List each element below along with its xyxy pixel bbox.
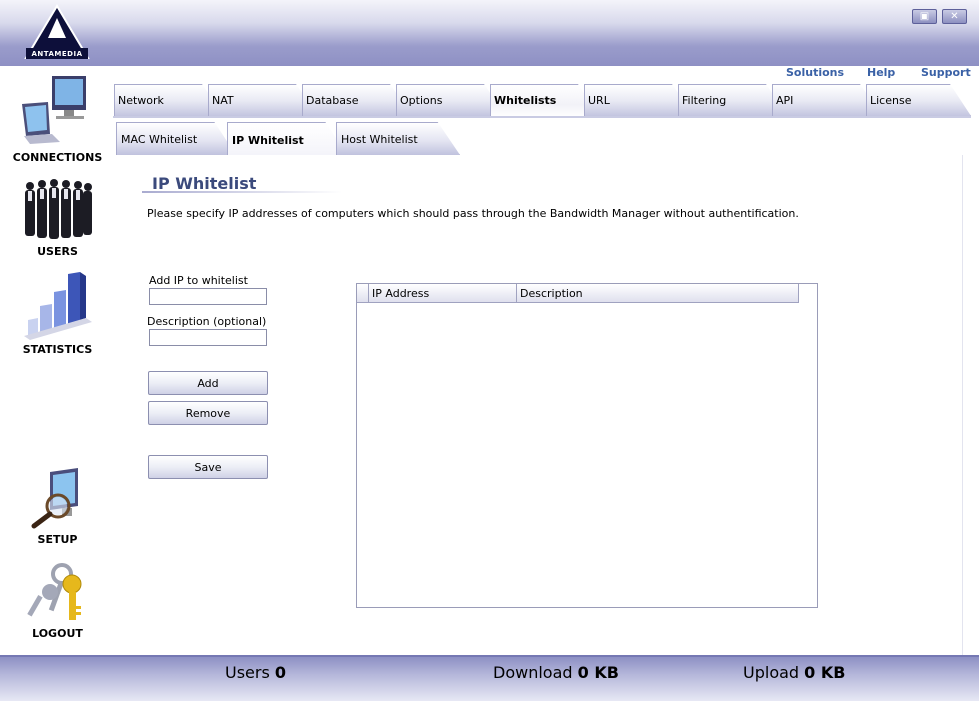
logo-text: ANTAMEDIA — [31, 50, 83, 58]
antamedia-logo: ANTAMEDIA — [22, 4, 92, 60]
ip-input[interactable] — [149, 288, 267, 305]
tab-license[interactable]: License — [866, 84, 971, 116]
tab-url[interactable]: URL — [584, 84, 694, 116]
table-header: IP Address Description — [357, 284, 799, 303]
subtab-mac-whitelist[interactable]: MAC Whitelist — [116, 122, 236, 155]
subtab-mac-label: MAC Whitelist — [121, 133, 198, 146]
setup-icon — [31, 468, 78, 529]
column-description[interactable]: Description — [517, 284, 799, 303]
tab-nat-label: NAT — [212, 94, 234, 107]
tab-network-label: Network — [118, 94, 164, 107]
nav-users[interactable]: USERS — [10, 178, 105, 258]
support-link[interactable]: Support — [921, 66, 971, 79]
download-stat-label: Download — [493, 663, 573, 682]
title-bar: ANTAMEDIA ▣ ✕ — [0, 0, 979, 66]
nav-connections[interactable]: CONNECTIONS — [10, 74, 105, 164]
tab-database[interactable]: Database — [302, 84, 412, 116]
download-stat-value: 0 KB — [577, 663, 619, 682]
download-stat: Download 0 KB — [493, 663, 619, 682]
upload-stat-value: 0 KB — [804, 663, 846, 682]
close-button[interactable]: ✕ — [942, 9, 967, 24]
tab-api[interactable]: API — [772, 84, 882, 116]
subtab-host-whitelist[interactable]: Host Whitelist — [336, 122, 460, 155]
whitelist-table[interactable]: IP Address Description — [356, 283, 818, 608]
tab-filtering[interactable]: Filtering — [678, 84, 788, 116]
tab-license-label: License — [870, 94, 912, 107]
users-stat-label: Users — [225, 663, 270, 682]
nav-users-label: USERS — [37, 245, 78, 258]
statistics-icon — [24, 272, 92, 340]
help-link[interactable]: Help — [867, 66, 895, 79]
tab-api-label: API — [776, 94, 794, 107]
nav-statistics[interactable]: STATISTICS — [10, 270, 105, 356]
upload-stat-label: Upload — [743, 663, 800, 682]
status-bar: Users 0 Download 0 KB Upload 0 KB — [0, 655, 979, 701]
column-ip-address[interactable]: IP Address — [369, 284, 517, 303]
computer-icon — [22, 76, 86, 144]
nav-setup-label: SETUP — [37, 533, 78, 546]
upload-stat: Upload 0 KB — [743, 663, 845, 682]
save-button[interactable]: Save — [148, 455, 268, 479]
ip-field-label: Add IP to whitelist — [149, 274, 248, 287]
subtab-ip-label: IP Whitelist — [232, 134, 304, 147]
subtab-ip-whitelist[interactable]: IP Whitelist — [227, 122, 347, 155]
tab-nat[interactable]: NAT — [208, 84, 318, 116]
keys-icon — [27, 563, 82, 620]
restore-icon: ▣ — [919, 11, 930, 22]
tab-database-label: Database — [306, 94, 359, 107]
nav-setup[interactable]: SETUP — [10, 466, 105, 546]
users-icon — [25, 179, 92, 239]
tab-whitelists[interactable]: Whitelists — [490, 84, 600, 118]
subtab-host-label: Host Whitelist — [341, 133, 418, 146]
tab-options[interactable]: Options — [396, 84, 506, 116]
description-input[interactable] — [149, 329, 267, 346]
tab-filtering-label: Filtering — [682, 94, 727, 107]
restore-button[interactable]: ▣ — [912, 9, 937, 24]
add-button[interactable]: Add — [148, 371, 268, 395]
users-stat-value: 0 — [274, 663, 287, 682]
remove-button[interactable]: Remove — [148, 401, 268, 425]
tab-divider — [113, 116, 971, 118]
tab-whitelists-label: Whitelists — [494, 94, 557, 107]
page-description: Please specify IP addresses of computers… — [147, 207, 799, 220]
description-field-label: Description (optional) — [147, 315, 267, 328]
nav-statistics-label: STATISTICS — [22, 343, 93, 356]
nav-logout-label: LOGOUT — [32, 627, 83, 640]
nav-logout[interactable]: LOGOUT — [10, 562, 105, 640]
close-icon: ✕ — [950, 11, 959, 22]
tab-options-label: Options — [400, 94, 443, 107]
header-select-column[interactable] — [357, 284, 369, 303]
solutions-link[interactable]: Solutions — [786, 66, 844, 79]
users-stat: Users 0 — [225, 663, 286, 682]
nav-connections-label: CONNECTIONS — [12, 151, 103, 164]
tab-url-label: URL — [588, 94, 610, 107]
tab-network[interactable]: Network — [114, 84, 224, 116]
title-underline — [142, 191, 342, 193]
